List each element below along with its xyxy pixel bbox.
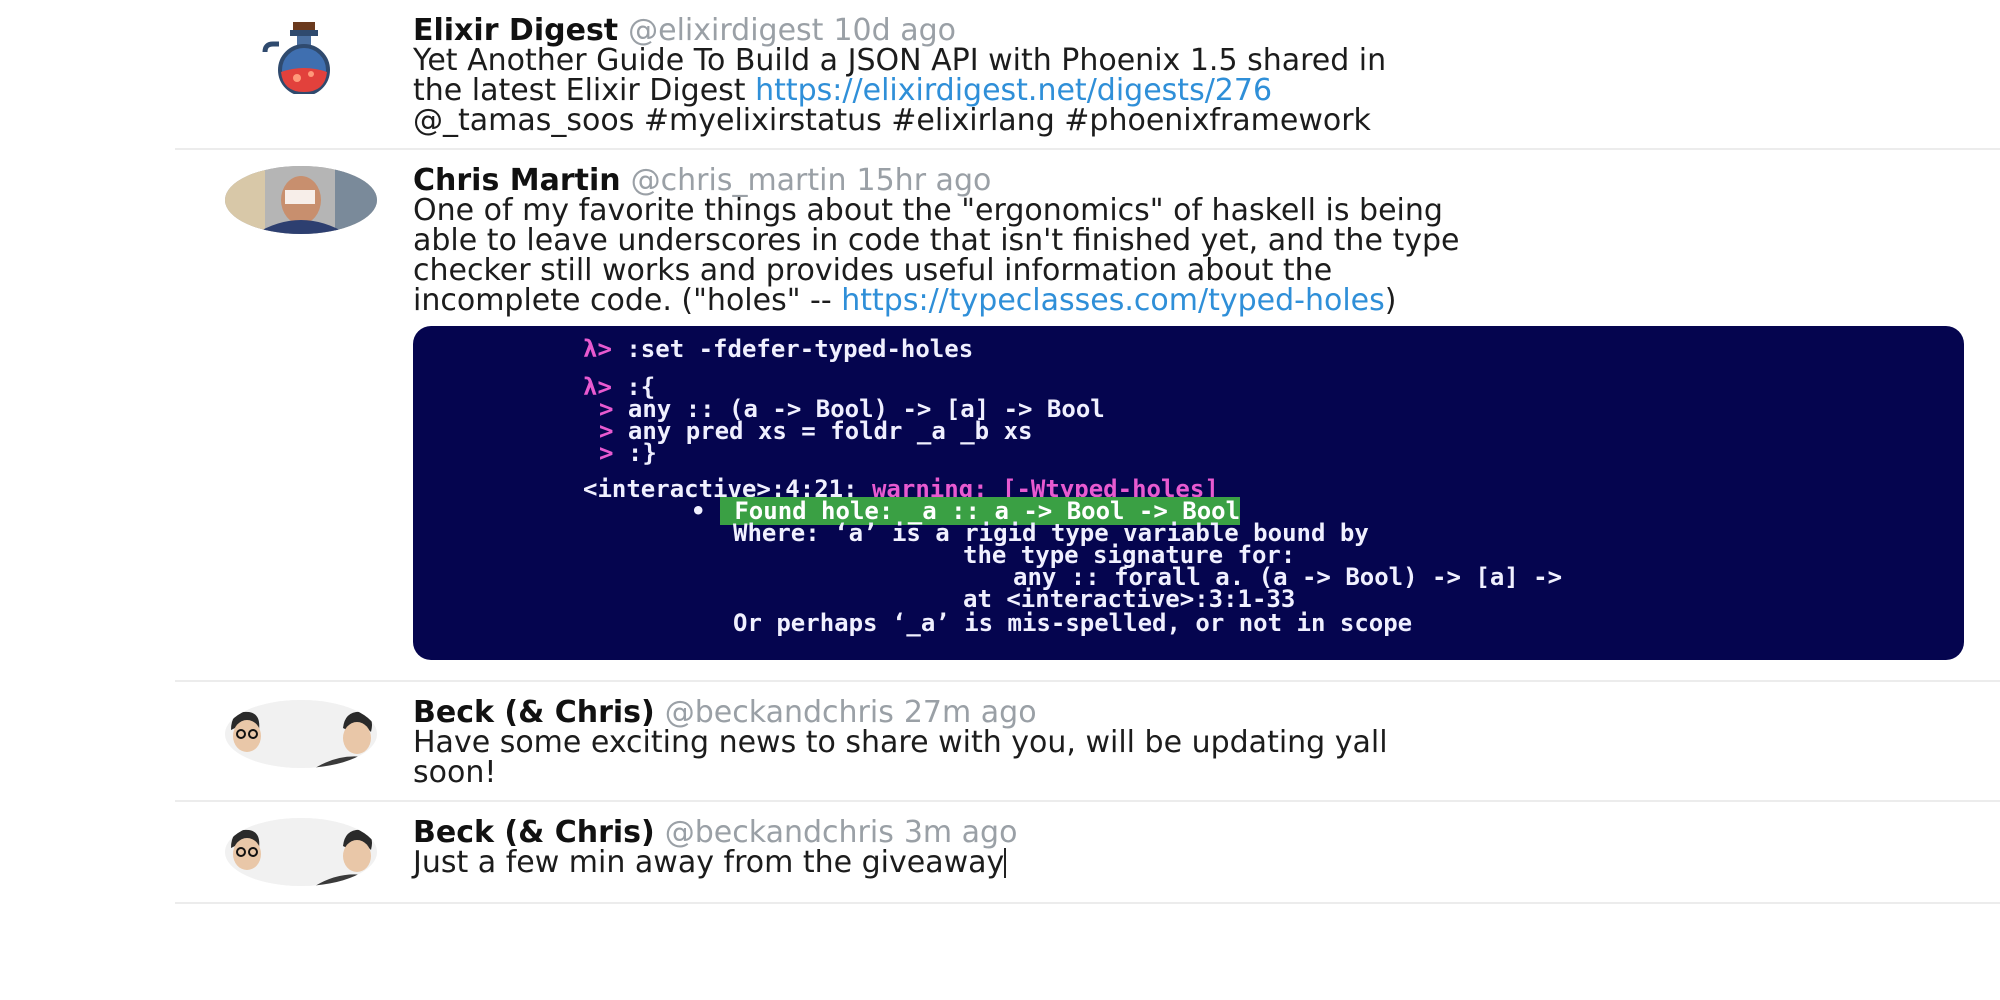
tweet-text-segment: Just a few min away from the giveaway — [413, 845, 1005, 880]
tweet-item[interactable]: Chris Martin @chris_martin 15hr ago One of… — [175, 150, 2000, 682]
two-faces-icon — [225, 700, 377, 768]
tweet-item[interactable]: Elixir Digest @elixirdigest 10d ago Yet An… — [175, 0, 2000, 150]
continuation-prompt: > — [599, 439, 614, 467]
tweet-text-line: incomplete code. ("holes" -- https://typ… — [413, 286, 1970, 316]
tweet-text-segment: incomplete code. ("holes" -- — [413, 283, 842, 318]
tweet-text-line: Just a few min away from the giveaway — [413, 848, 1970, 878]
tweet-text: Have some exciting news to share with yo… — [413, 728, 1970, 788]
tweet-text-line: One of my favorite things about the "erg… — [413, 193, 1443, 228]
ghci-prompt: λ> — [583, 335, 612, 363]
tweet-text-line: checker still works and provides useful … — [413, 253, 1333, 288]
two-faces-icon — [225, 818, 377, 886]
tweet-item[interactable]: Beck (& Chris) @beckandchris 3m ago Just a… — [175, 802, 2000, 904]
tweet-item[interactable]: Beck (& Chris) @beckandchris 27m ago Have … — [175, 682, 2000, 802]
tweet-text: Yet Another Guide To Build a JSON API wi… — [413, 46, 1970, 136]
tweet-text-line: Have some exciting news to share with yo… — [413, 725, 1388, 760]
code-line: :set -fdefer-typed-holes — [611, 335, 974, 363]
tweet-text-line: able to leave underscores in code that i… — [413, 223, 1460, 258]
tweet-text: One of my favorite things about the "erg… — [413, 196, 1970, 316]
tweet-text-line: soon! — [413, 755, 497, 790]
code-line: at <interactive>:3:1-33 — [963, 585, 1296, 613]
avatar[interactable] — [225, 818, 377, 886]
tweet-text-segment: ) — [1384, 283, 1397, 318]
tweet-text-line: @_tamas_soos #myelixirstatus #elixirlang… — [413, 103, 1371, 138]
person-photo-icon — [225, 166, 377, 234]
tweet-text-line: the latest Elixir Digest https://elixird… — [413, 76, 1970, 106]
avatar[interactable] — [225, 700, 377, 768]
tweet-feed: Elixir Digest @elixirdigest 10d ago Yet An… — [175, 0, 2000, 904]
avatar[interactable] — [245, 14, 355, 94]
tweet-text-line: Yet Another Guide To Build a JSON API wi… — [413, 43, 1387, 78]
tweet-text: Just a few min away from the giveaway — [413, 848, 1970, 878]
code-screenshot-image[interactable]: λ> :set -fdefer-typed-holes λ> :{ > any … — [413, 326, 1964, 660]
code-bullet: • — [691, 497, 706, 525]
code-line: Or perhaps ‘_a’ is mis-spelled, or not i… — [733, 609, 1413, 637]
avatar[interactable] — [225, 166, 377, 234]
tweet-link[interactable]: https://typeclasses.com/typed-holes — [841, 283, 1385, 318]
potion-bottle-icon — [262, 22, 330, 94]
code-line: :} — [613, 439, 657, 467]
text-cursor — [1004, 848, 1007, 878]
code-line: any pred xs = foldr _a _b xs — [613, 417, 1033, 445]
